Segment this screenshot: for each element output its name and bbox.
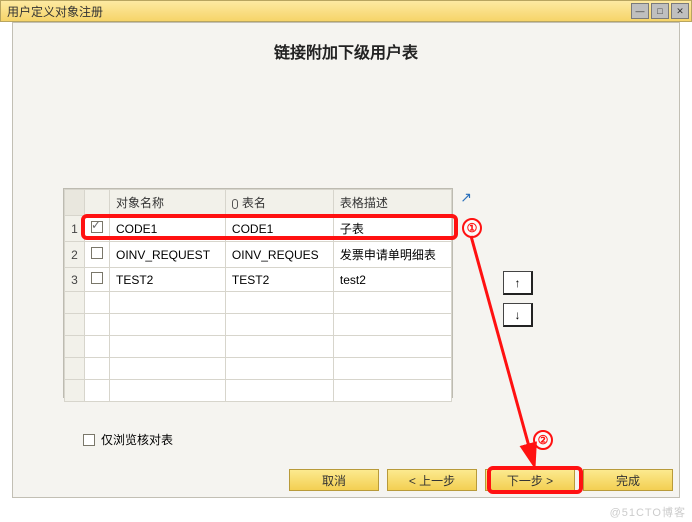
col-table-name[interactable]: 表名 bbox=[225, 190, 333, 216]
table-row-empty bbox=[65, 292, 452, 314]
row-checkbox-cell[interactable] bbox=[85, 268, 110, 292]
cell-table-name[interactable]: OINV_REQUES bbox=[225, 242, 333, 268]
arrow-up-icon: ↑ bbox=[515, 276, 521, 290]
table-row-empty bbox=[65, 314, 452, 336]
reorder-controls: ↑ ↓ bbox=[503, 271, 533, 327]
cell-description[interactable]: 子表 bbox=[333, 216, 451, 242]
col-check bbox=[85, 190, 110, 216]
row-checkbox-cell[interactable] bbox=[85, 216, 110, 242]
object-table: 对象名称 表名 表格描述 1CODE1CODE1子表2OINV_REQUESTO… bbox=[64, 189, 452, 402]
row-number: 3 bbox=[65, 268, 85, 292]
child-tables-grid: ↗ 对象名称 表名 表格描述 1CODE1CODE1子表2OINV_REQUES… bbox=[63, 188, 453, 398]
cell-description[interactable]: 发票申请单明细表 bbox=[333, 242, 451, 268]
browse-only-checkbox[interactable] bbox=[83, 434, 95, 446]
minimize-button[interactable]: — bbox=[631, 3, 649, 19]
wizard-buttons: 取消 < 上一步 下一步 > 完成 bbox=[289, 469, 673, 491]
arrow-down-icon: ↓ bbox=[515, 308, 521, 322]
move-up-button[interactable]: ↑ bbox=[503, 271, 533, 295]
cell-table-name[interactable]: CODE1 bbox=[225, 216, 333, 242]
prev-button[interactable]: < 上一步 bbox=[387, 469, 477, 491]
maximize-button[interactable]: □ bbox=[651, 3, 669, 19]
browse-only-option[interactable]: 仅浏览核对表 bbox=[83, 431, 173, 448]
cell-description[interactable]: test2 bbox=[333, 268, 451, 292]
title-bar: 用户定义对象注册 — □ ✕ bbox=[0, 0, 692, 22]
annotation-badge-1: ① bbox=[462, 218, 482, 238]
table-row-empty bbox=[65, 358, 452, 380]
cell-object-name[interactable]: TEST2 bbox=[110, 268, 226, 292]
row-checkbox[interactable] bbox=[91, 221, 103, 233]
mic-icon bbox=[232, 199, 238, 209]
wizard-panel: 链接附加下级用户表 ↗ 对象名称 表名 表格描述 1CODE1CODE1子表2O… bbox=[12, 22, 680, 498]
expand-icon[interactable]: ↗ bbox=[460, 189, 472, 206]
next-button[interactable]: 下一步 > bbox=[485, 469, 575, 491]
cancel-button[interactable]: 取消 bbox=[289, 469, 379, 491]
finish-button[interactable]: 完成 bbox=[583, 469, 673, 491]
table-row[interactable]: 3TEST2TEST2test2 bbox=[65, 268, 452, 292]
col-object-name[interactable]: 对象名称 bbox=[110, 190, 226, 216]
move-down-button[interactable]: ↓ bbox=[503, 303, 533, 327]
table-row[interactable]: 1CODE1CODE1子表 bbox=[65, 216, 452, 242]
row-checkbox[interactable] bbox=[91, 247, 103, 259]
col-description[interactable]: 表格描述 bbox=[333, 190, 451, 216]
cell-object-name[interactable]: OINV_REQUEST bbox=[110, 242, 226, 268]
cell-object-name[interactable]: CODE1 bbox=[110, 216, 226, 242]
window-controls: — □ ✕ bbox=[631, 3, 689, 19]
table-row-empty bbox=[65, 336, 452, 358]
watermark: @51CTO博客 bbox=[610, 504, 686, 520]
row-number: 1 bbox=[65, 216, 85, 242]
row-checkbox[interactable] bbox=[91, 272, 103, 284]
browse-only-label: 仅浏览核对表 bbox=[101, 431, 173, 448]
table-row[interactable]: 2 OINV_REQUESTOINV_REQUES发票申请单明细表 bbox=[65, 242, 452, 268]
window-title: 用户定义对象注册 bbox=[7, 3, 103, 20]
row-checkbox-cell[interactable] bbox=[85, 242, 110, 268]
close-button[interactable]: ✕ bbox=[671, 3, 689, 19]
annotation-badge-2: ② bbox=[533, 430, 553, 450]
cell-table-name[interactable]: TEST2 bbox=[225, 268, 333, 292]
col-rownum bbox=[65, 190, 85, 216]
page-title: 链接附加下级用户表 bbox=[13, 23, 679, 71]
row-number: 2 bbox=[65, 242, 85, 268]
table-row-empty bbox=[65, 380, 452, 402]
